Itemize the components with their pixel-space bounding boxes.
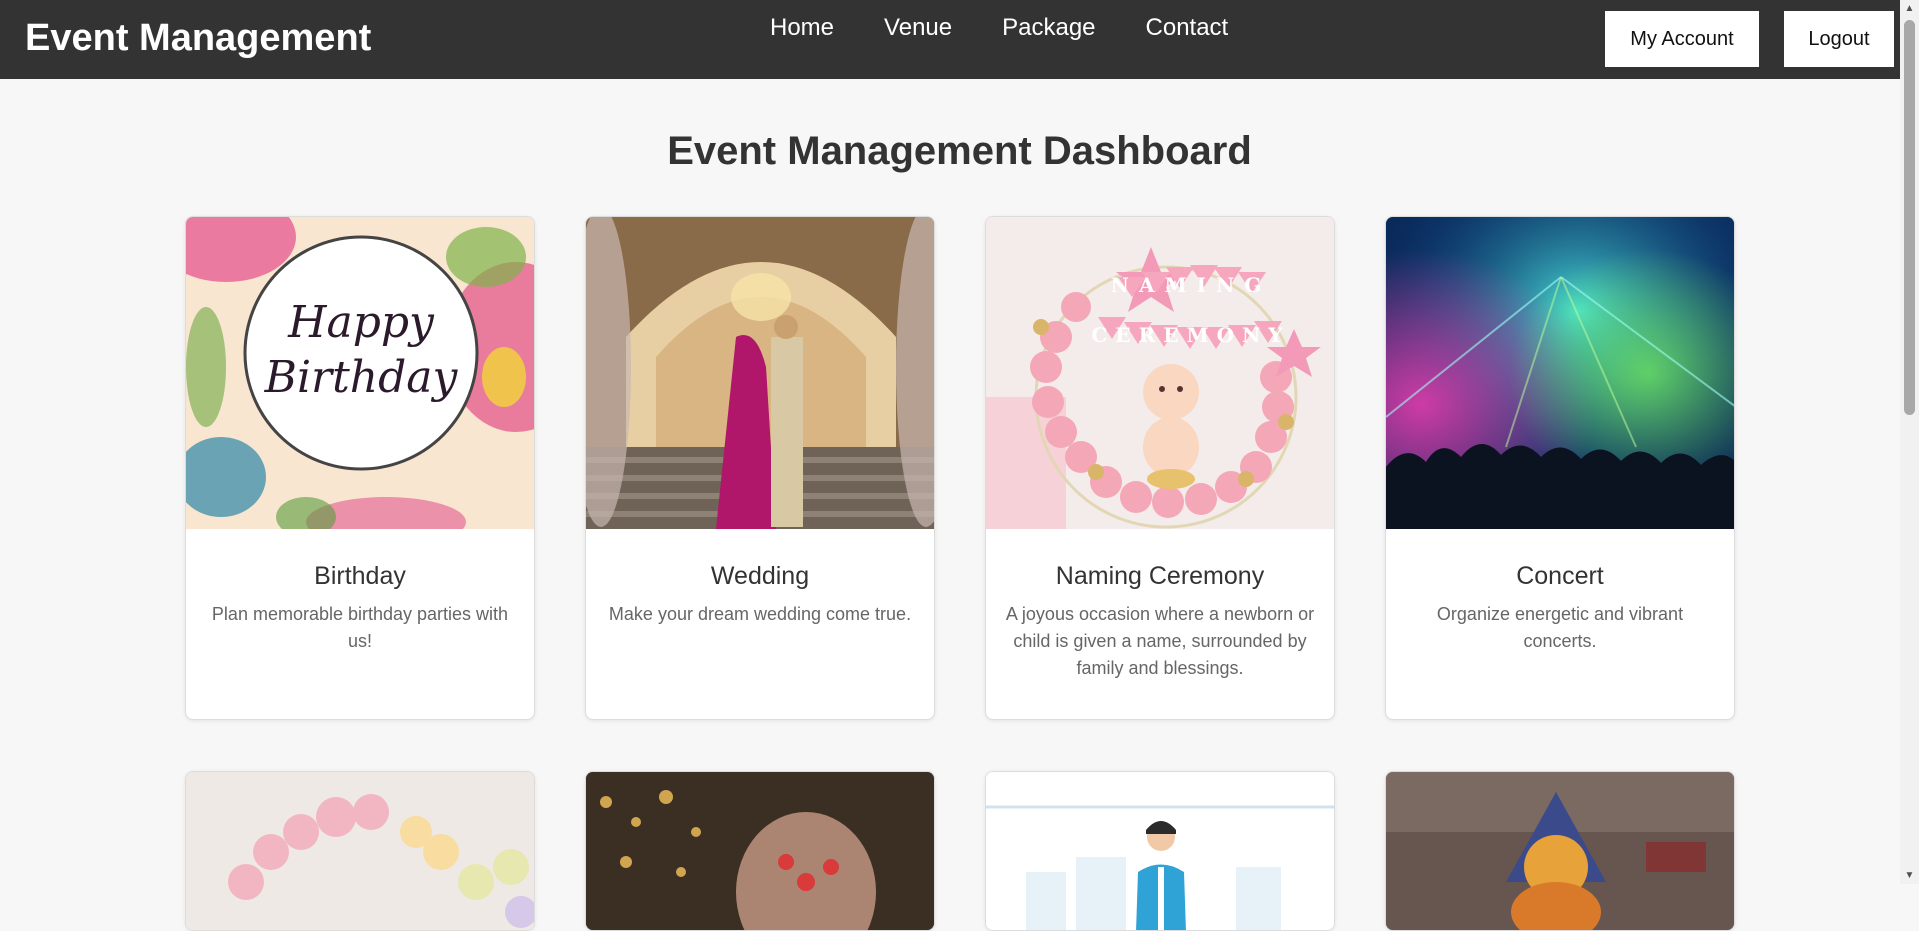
brand-title: Event Management [25, 17, 372, 59]
card-title-birthday: Birthday [314, 562, 406, 590]
scroll-down-arrow-icon[interactable]: ▼ [1900, 867, 1919, 884]
row2-card-4-image [1386, 772, 1734, 930]
event-card-concert[interactable]: Concert Organize energetic and vibrant c… [1385, 216, 1735, 720]
card-title-concert: Concert [1516, 562, 1604, 590]
row2-card-3-image [986, 772, 1334, 930]
event-card-wedding[interactable]: Wedding Make your dream wedding come tru… [585, 216, 935, 720]
birthday-image-text-birthday: Birthday [264, 352, 459, 403]
festival-idol-illustration [1386, 772, 1734, 930]
top-navbar: Event Management Home Venue Package Cont… [0, 0, 1900, 79]
balloon-arch-illustration [186, 772, 534, 930]
card-title-naming-ceremony: Naming Ceremony [1055, 562, 1265, 590]
concert-image [1386, 217, 1734, 529]
naming-image-banner-ceremony: CEREMONY [1091, 323, 1290, 347]
page-title: Event Management Dashboard [667, 129, 1252, 173]
event-card-row2-1[interactable] [185, 771, 535, 931]
event-card-naming-ceremony[interactable]: NAMING CEREMONY Naming Ceremony A joyous… [985, 216, 1335, 720]
naming-image-banner-naming: NAMING [1111, 273, 1272, 297]
row2-card-2-image [586, 772, 934, 930]
wedding-image [586, 217, 934, 529]
naming-ceremony-illustration: NAMING CEREMONY [986, 217, 1334, 529]
card-desc-wedding: Make your dream wedding come true. [608, 604, 912, 624]
scrollbar-thumb[interactable] [1904, 20, 1915, 415]
nav-link-package[interactable]: Package [1002, 14, 1095, 42]
birthday-image-text-happy: Happy [287, 297, 435, 348]
row2-card-1-image [186, 772, 534, 930]
event-card-row2-4[interactable] [1385, 771, 1735, 931]
nav-link-home[interactable]: Home [770, 14, 834, 42]
speaker-illustration [986, 772, 1334, 930]
event-card-birthday[interactable]: Happy Birthday Birthday Plan memorable b… [185, 216, 535, 720]
card-title-wedding: Wedding [710, 562, 810, 590]
event-card-row2-3[interactable] [985, 771, 1335, 931]
concert-illustration [1386, 217, 1734, 529]
naming-ceremony-image: NAMING CEREMONY [986, 217, 1334, 529]
bokeh-lights-illustration [586, 772, 934, 930]
event-card-row2-2[interactable] [585, 771, 935, 931]
wedding-illustration [586, 217, 934, 529]
main-nav: Home Venue Package Contact [770, 14, 1278, 42]
scroll-up-arrow-icon[interactable]: ▲ [1900, 0, 1919, 17]
nav-link-venue[interactable]: Venue [884, 14, 952, 42]
nav-link-contact[interactable]: Contact [1146, 14, 1229, 42]
card-desc-concert: Organize energetic and vibrant concerts. [1436, 604, 1684, 651]
logout-button[interactable]: Logout [1784, 11, 1894, 67]
my-account-button[interactable]: My Account [1605, 11, 1759, 67]
card-desc-naming-ceremony: A joyous occasion where a newborn or chi… [1005, 604, 1315, 678]
birthday-illustration: Happy Birthday [186, 217, 534, 529]
birthday-image: Happy Birthday [186, 217, 534, 529]
card-desc-birthday: Plan memorable birthday parties with us! [211, 604, 509, 651]
